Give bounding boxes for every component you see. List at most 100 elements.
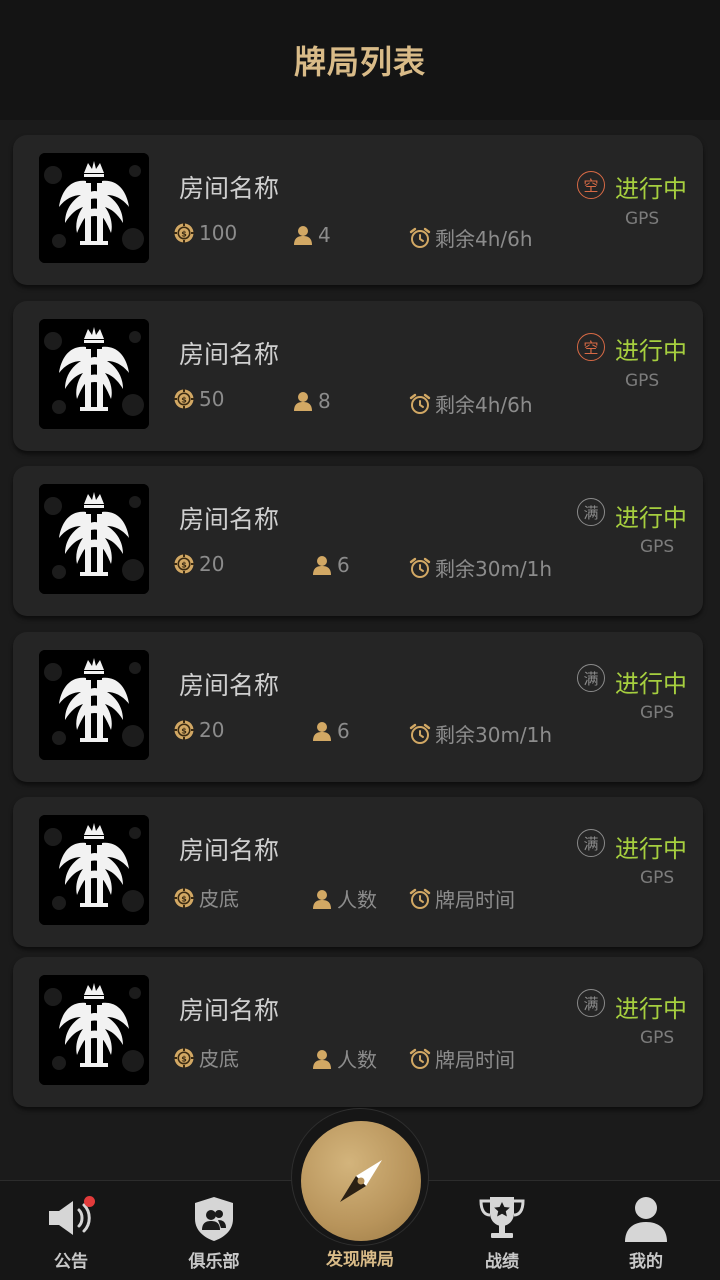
room-chip: 20 (173, 552, 224, 576)
speaker-icon (41, 1193, 101, 1243)
room-avatar (39, 484, 149, 594)
room-card[interactable]: 房间名称 皮底 人数 牌局时间 满 进行中 GPS (13, 797, 703, 947)
room-name: 房间名称 (179, 836, 280, 865)
players-value: 6 (337, 719, 350, 743)
person-icon (292, 390, 314, 412)
nav-item-announcement[interactable]: 公告 (11, 1181, 131, 1280)
room-time: 剩余4h/6h (409, 389, 533, 418)
gps-label: GPS (625, 209, 660, 229)
nav-label-mine: 我的 (629, 1252, 663, 1272)
room-players: 人数 (311, 1044, 377, 1073)
time-value: 剩余4h/6h (435, 393, 533, 417)
room-time: 剩余30m/1h (409, 719, 552, 748)
status-text: 进行中 (615, 670, 687, 698)
nav-item-club[interactable]: 俱乐部 (154, 1181, 274, 1280)
room-card[interactable]: 房间名称 皮底 人数 牌局时间 满 进行中 GPS (13, 957, 703, 1107)
room-name: 房间名称 (179, 996, 280, 1025)
chip-icon (173, 719, 195, 741)
nav-item-record[interactable]: 战绩 (442, 1181, 562, 1280)
room-avatar (39, 650, 149, 760)
room-time: 牌局时间 (409, 884, 515, 913)
person-icon (311, 888, 333, 910)
players-value: 人数 (337, 1048, 377, 1072)
time-value: 牌局时间 (435, 1048, 515, 1072)
room-avatar (39, 153, 149, 263)
shield-icon (184, 1193, 244, 1243)
chip-value: 皮底 (199, 1047, 239, 1071)
room-avatar (39, 975, 149, 1085)
room-card[interactable]: 房间名称 100 4 剩余4h/6h 空 进行中 GPS (13, 135, 703, 285)
discover-button[interactable] (301, 1121, 421, 1241)
players-value: 人数 (337, 888, 377, 912)
chip-value: 100 (199, 221, 238, 245)
room-chip: 皮底 (173, 1043, 239, 1072)
time-value: 剩余30m/1h (435, 557, 553, 581)
room-players: 人数 (311, 884, 377, 913)
user-icon (616, 1193, 676, 1243)
room-name: 房间名称 (179, 505, 280, 534)
room-avatar (39, 319, 149, 429)
person-icon (311, 720, 333, 742)
room-players: 4 (292, 223, 331, 247)
status-text: 进行中 (615, 835, 687, 863)
nav-item-mine[interactable]: 我的 (586, 1181, 706, 1280)
alarm-clock-icon (409, 888, 431, 910)
room-chip: 50 (173, 387, 224, 411)
chip-icon (173, 222, 195, 244)
occupancy-badge: 满 (577, 498, 605, 526)
alarm-clock-icon (409, 557, 431, 579)
nav-label-announcement: 公告 (54, 1252, 88, 1272)
page-title: 牌局列表 (293, 43, 426, 81)
room-players: 6 (311, 553, 350, 577)
notification-dot (84, 1196, 95, 1207)
room-card[interactable]: 房间名称 20 6 剩余30m/1h 满 进行中 GPS (13, 466, 703, 616)
status-text: 进行中 (615, 504, 687, 532)
alarm-clock-icon (409, 1048, 431, 1070)
alarm-clock-icon (409, 723, 431, 745)
occupancy-badge: 空 (577, 333, 605, 361)
room-chip: 皮底 (173, 883, 239, 912)
alarm-clock-icon (409, 227, 431, 249)
time-value: 牌局时间 (435, 888, 515, 912)
person-icon (311, 1048, 333, 1070)
room-time: 剩余4h/6h (409, 223, 533, 252)
chip-value: 20 (199, 552, 225, 576)
nav-label-discover: 发现牌局 (326, 1250, 394, 1270)
gps-label: GPS (640, 868, 675, 888)
room-name: 房间名称 (179, 671, 280, 700)
chip-icon (173, 1047, 195, 1069)
gps-label: GPS (640, 537, 675, 557)
room-time: 剩余30m/1h (409, 553, 552, 582)
occupancy-badge: 满 (577, 664, 605, 692)
status-text: 进行中 (615, 995, 687, 1023)
chip-icon (173, 887, 195, 909)
players-value: 4 (318, 223, 331, 247)
room-chip: 100 (173, 221, 237, 245)
occupancy-badge: 满 (577, 989, 605, 1017)
chip-icon (173, 388, 195, 410)
gps-label: GPS (640, 1028, 675, 1048)
gps-label: GPS (640, 703, 675, 723)
room-time: 牌局时间 (409, 1044, 515, 1073)
compass-icon (340, 1160, 382, 1202)
room-name: 房间名称 (179, 174, 280, 203)
time-value: 剩余30m/1h (435, 723, 553, 747)
room-name: 房间名称 (179, 340, 280, 369)
chip-icon (173, 553, 195, 575)
room-chip: 20 (173, 718, 224, 742)
time-value: 剩余4h/6h (435, 227, 533, 251)
room-card[interactable]: 房间名称 50 8 剩余4h/6h 空 进行中 GPS (13, 301, 703, 451)
chip-value: 20 (199, 718, 225, 742)
person-icon (292, 224, 314, 246)
status-text: 进行中 (615, 337, 687, 365)
players-value: 8 (318, 389, 331, 413)
top-bar: 牌局列表 (0, 0, 720, 120)
occupancy-badge: 满 (577, 829, 605, 857)
players-value: 6 (337, 553, 350, 577)
occupancy-badge: 空 (577, 171, 605, 199)
room-card[interactable]: 房间名称 20 6 剩余30m/1h 满 进行中 GPS (13, 632, 703, 782)
chip-value: 皮底 (199, 887, 239, 911)
trophy-icon (472, 1193, 532, 1243)
nav-label-record: 战绩 (485, 1252, 519, 1272)
room-avatar (39, 815, 149, 925)
